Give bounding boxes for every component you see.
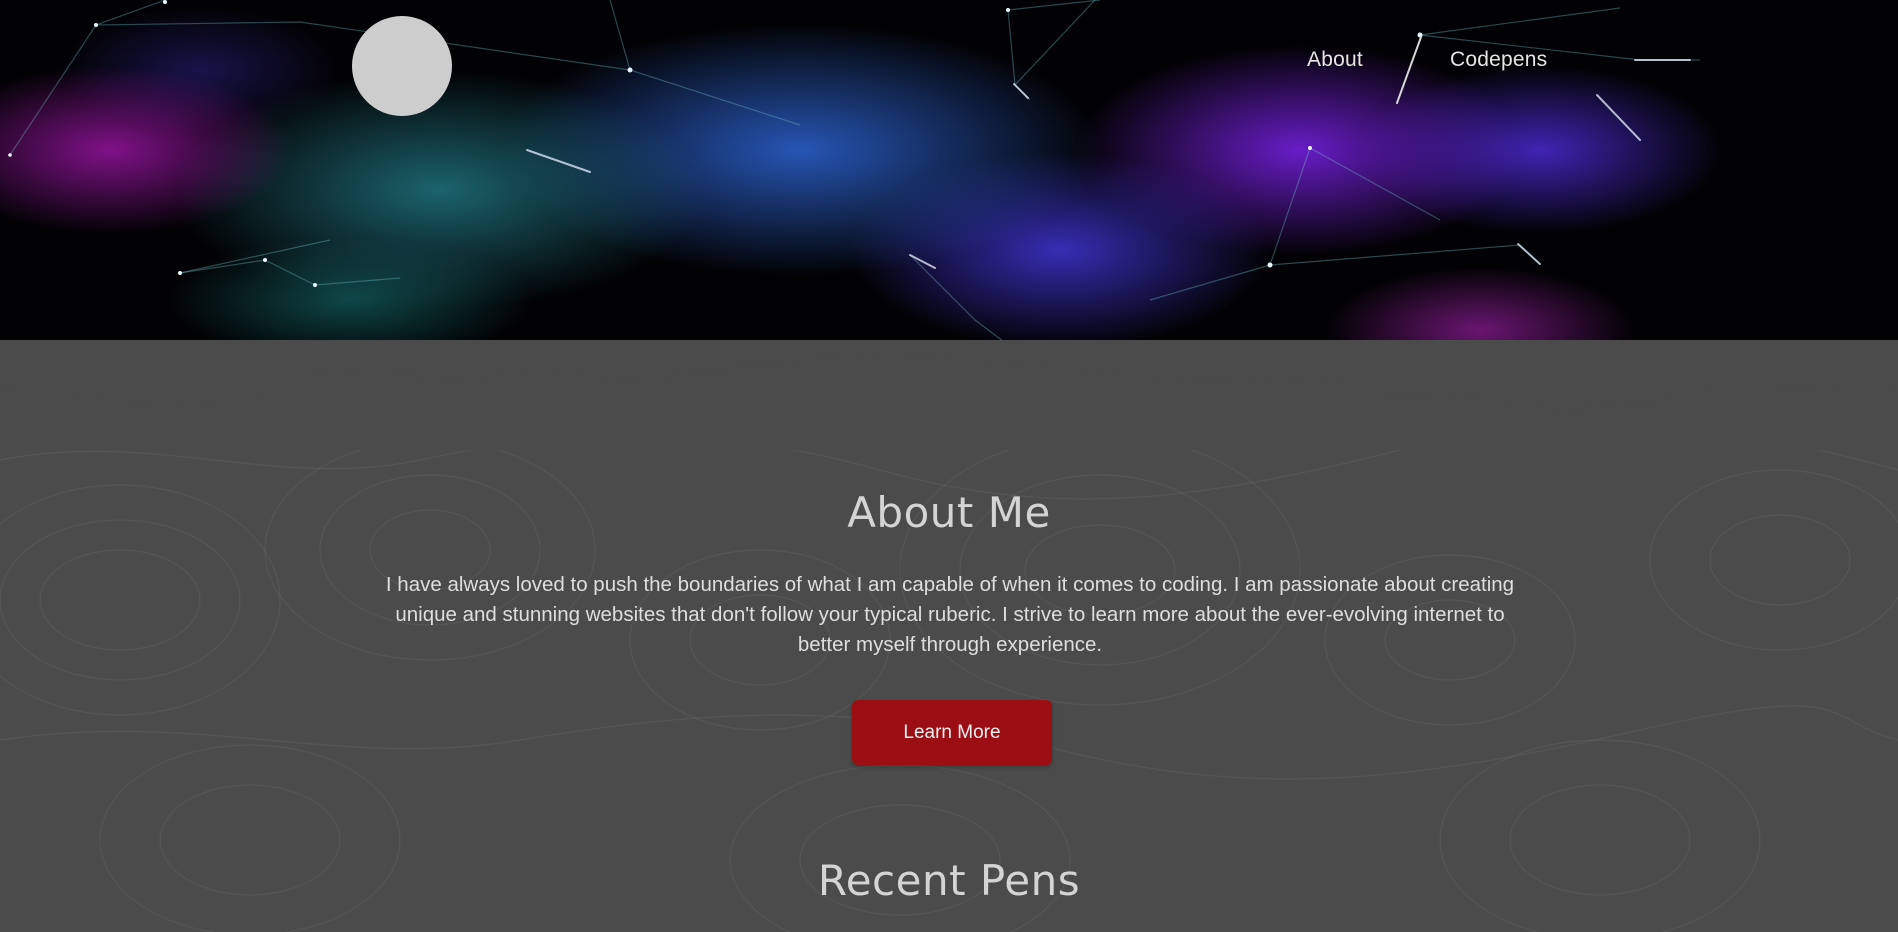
- recent-pens-title: Recent Pens: [817, 856, 1081, 905]
- nav-link-about[interactable]: About: [1307, 48, 1363, 72]
- page: About Codepens About Me I have always lo…: [0, 0, 1898, 932]
- about-title: About Me: [847, 488, 1051, 537]
- mountain-ridge: [0, 352, 1898, 450]
- learn-more-button[interactable]: Learn More: [852, 700, 1052, 765]
- nav-link-codepens[interactable]: Codepens: [1450, 48, 1547, 72]
- main-nav: About Codepens: [1290, 35, 1580, 105]
- about-description: I have always loved to push the boundari…: [385, 573, 1515, 656]
- moon-logo-icon[interactable]: [352, 16, 452, 116]
